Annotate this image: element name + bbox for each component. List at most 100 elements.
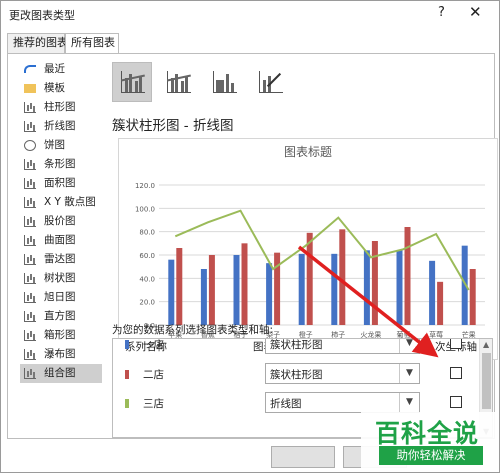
category-item[interactable]: 瀑布图 bbox=[20, 345, 102, 364]
radar-chart-icon bbox=[24, 254, 36, 265]
secondary-axis-checkbox[interactable] bbox=[450, 367, 462, 379]
category-label: 直方图 bbox=[44, 310, 76, 322]
series-swatch bbox=[125, 370, 129, 379]
bar-0-0 bbox=[168, 259, 175, 325]
bar-1-4 bbox=[306, 232, 313, 325]
y-tick-label: 40.0 bbox=[139, 275, 155, 283]
category-item[interactable]: 饼图 bbox=[20, 136, 102, 155]
select-value: 簇状柱形图 bbox=[270, 369, 323, 381]
series-swatch bbox=[125, 399, 129, 408]
category-item[interactable]: X Y 散点图 bbox=[20, 193, 102, 212]
sunburst-chart-icon bbox=[24, 292, 36, 303]
category-label: 折线图 bbox=[44, 120, 76, 132]
ok-button[interactable] bbox=[271, 446, 335, 468]
stock-chart-icon bbox=[24, 216, 36, 227]
category-item[interactable]: 折线图 bbox=[20, 117, 102, 136]
series-row: 二店 簇状柱形图 ▼ bbox=[113, 359, 479, 389]
chevron-down-icon[interactable]: ▼ bbox=[399, 393, 419, 412]
scatter-chart-icon bbox=[24, 197, 36, 208]
secondary-axis-checkbox[interactable] bbox=[450, 339, 462, 349]
bar-1-9 bbox=[469, 269, 476, 325]
close-button[interactable]: ✕ bbox=[469, 3, 482, 21]
category-label: 模板 bbox=[44, 82, 65, 94]
scroll-up-icon[interactable]: ▲ bbox=[483, 340, 489, 349]
all-charts-panel: 最近模板柱形图折线图饼图条形图面积图 X Y 散点图 股价图曲面图雷达图树状图旭日图… bbox=[7, 53, 498, 439]
category-item[interactable]: 箱形图 bbox=[20, 326, 102, 345]
bar-1-5 bbox=[339, 229, 346, 325]
box-whisker-chart-icon bbox=[24, 330, 36, 341]
chart-title: 图表标题 bbox=[284, 145, 332, 159]
pie-chart-icon bbox=[24, 140, 36, 151]
bar-0-2 bbox=[233, 255, 240, 325]
dialog-title: 更改图表类型 bbox=[9, 9, 75, 22]
series-chart-type-select[interactable]: 折线图 ▼ bbox=[265, 392, 420, 413]
bar-1-0 bbox=[176, 248, 183, 325]
series-row: 一店 簇状柱形图 ▼ bbox=[113, 339, 479, 359]
change-chart-type-dialog: 更改图表类型 ? ✕ 推荐的图表 所有图表 最近模板柱形图折线图饼图条形图面积图… bbox=[0, 0, 500, 473]
category-item[interactable]: 树状图 bbox=[20, 269, 102, 288]
category-label: 最近 bbox=[44, 63, 65, 75]
bar-1-8 bbox=[437, 281, 444, 325]
histogram-chart-icon bbox=[24, 311, 36, 322]
bar-0-3 bbox=[266, 263, 273, 325]
clustered-column-line-icon[interactable] bbox=[112, 62, 152, 102]
clustered-column-line-secondary-axis-icon[interactable] bbox=[158, 62, 198, 102]
category-item[interactable]: 曲面图 bbox=[20, 231, 102, 250]
series-name: 二店 bbox=[143, 369, 164, 381]
bar-0-7 bbox=[396, 250, 403, 325]
category-item[interactable]: 直方图 bbox=[20, 307, 102, 326]
category-label: 条形图 bbox=[44, 158, 76, 170]
secondary-axis-checkbox[interactable] bbox=[450, 396, 462, 408]
scrollbar-thumb[interactable] bbox=[482, 353, 491, 409]
combo-chart-icon bbox=[24, 368, 36, 379]
category-item[interactable]: 组合图 bbox=[20, 364, 102, 383]
series-name: 三店 bbox=[143, 398, 164, 410]
category-label: X Y 散点图 bbox=[44, 196, 96, 208]
chart-category-list: 最近模板柱形图折线图饼图条形图面积图 X Y 散点图 股价图曲面图雷达图树状图旭日图… bbox=[20, 60, 102, 383]
category-item[interactable]: 股价图 bbox=[20, 212, 102, 231]
custom-combination-icon[interactable] bbox=[250, 62, 290, 102]
watermark: 百科全说 助你轻松解决 bbox=[361, 412, 495, 470]
select-value: 簇状柱形图 bbox=[270, 339, 323, 351]
category-item[interactable]: 柱形图 bbox=[20, 98, 102, 117]
bar-0-4 bbox=[298, 253, 305, 325]
surface-chart-icon bbox=[24, 235, 36, 246]
series-chart-type-select[interactable]: 簇状柱形图 ▼ bbox=[265, 339, 420, 354]
tab-all-charts[interactable]: 所有图表 bbox=[65, 33, 119, 54]
help-button[interactable]: ? bbox=[438, 5, 445, 20]
bar-1-7 bbox=[404, 227, 411, 325]
y-tick-label: 80.0 bbox=[139, 229, 155, 237]
category-item[interactable]: 最近 bbox=[20, 60, 102, 79]
series-name: 一店 bbox=[143, 339, 164, 351]
series-chart-type-select[interactable]: 簇状柱形图 ▼ bbox=[265, 363, 420, 384]
category-item[interactable]: 旭日图 bbox=[20, 288, 102, 307]
treemap-chart-icon bbox=[24, 273, 36, 284]
category-label: 瀑布图 bbox=[44, 348, 76, 360]
tab-label: 推荐的图表 bbox=[13, 36, 68, 49]
chevron-down-icon[interactable]: ▼ bbox=[399, 339, 419, 353]
category-label: 饼图 bbox=[44, 139, 65, 151]
category-label: 雷达图 bbox=[44, 253, 76, 265]
category-item[interactable]: 雷达图 bbox=[20, 250, 102, 269]
category-label: 树状图 bbox=[44, 272, 76, 284]
category-item[interactable]: 条形图 bbox=[20, 155, 102, 174]
bar-1-2 bbox=[241, 243, 248, 325]
waterfall-chart-icon bbox=[24, 349, 36, 360]
category-label: 箱形图 bbox=[44, 329, 76, 341]
category-item[interactable]: 模板 bbox=[20, 79, 102, 98]
watermark-slogan: 助你轻松解决 bbox=[379, 446, 483, 465]
category-label: 面积图 bbox=[44, 177, 76, 189]
title-bar: 更改图表类型 ? ✕ bbox=[1, 1, 499, 27]
series-prompt: 为您的数据系列选择图表类型和轴: bbox=[112, 324, 274, 336]
stacked-area-clustered-column-icon[interactable] bbox=[204, 62, 244, 102]
bar-1-6 bbox=[371, 241, 378, 325]
y-tick-label: 120.0 bbox=[135, 182, 155, 190]
chevron-down-icon[interactable]: ▼ bbox=[399, 364, 419, 383]
category-item[interactable]: 面积图 bbox=[20, 174, 102, 193]
chart-type-heading: 簇状柱形图 - 折线图 bbox=[112, 118, 234, 134]
category-label: 股价图 bbox=[44, 215, 76, 227]
bar-0-1 bbox=[200, 269, 207, 325]
folder-icon bbox=[24, 84, 36, 93]
watermark-logo: 百科全说 bbox=[375, 419, 480, 448]
tab-recommended-charts[interactable]: 推荐的图表 bbox=[7, 33, 68, 53]
